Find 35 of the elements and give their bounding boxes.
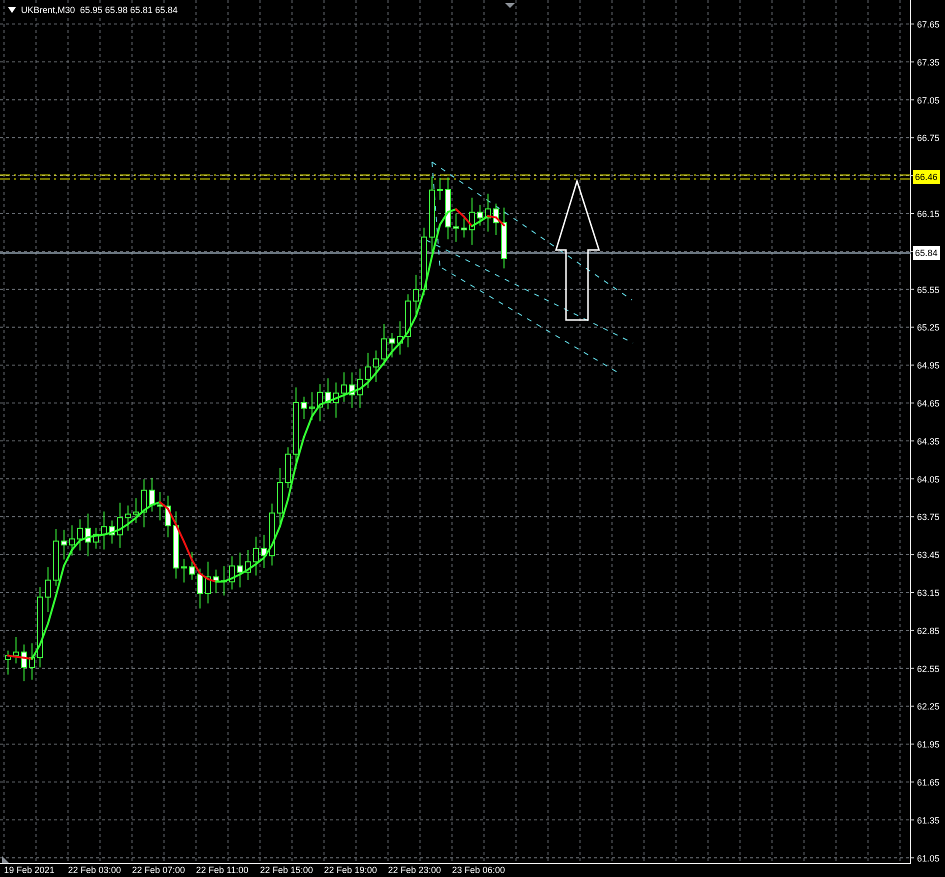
price-label: 65.25 — [917, 322, 940, 333]
ohlc-quote: 65.95 65.98 65.81 65.84 — [80, 4, 178, 16]
price-label: 62.85 — [917, 626, 940, 636]
price-label: 67.05 — [917, 95, 940, 106]
time-label: 22 Feb 07:00 — [132, 864, 186, 877]
price-tag: 66.46 — [913, 170, 940, 184]
time-label: 19 Feb 2021 — [4, 864, 56, 877]
price-label: 65.55 — [917, 284, 940, 295]
price-tag: 65.84 — [913, 246, 940, 260]
price-label: 67.35 — [917, 57, 940, 68]
price-label: 64.05 — [917, 474, 940, 484]
time-label: 22 Feb 19:00 — [324, 864, 378, 877]
dropdown-triangle-icon[interactable] — [8, 7, 16, 13]
price-label: 63.15 — [917, 588, 940, 598]
time-label: 22 Feb 11:00 — [196, 864, 250, 877]
price-label: 64.35 — [917, 436, 940, 446]
price-label: 63.45 — [917, 550, 940, 560]
corner-marker-icon — [2, 856, 9, 863]
price-label: 67.65 — [917, 20, 940, 30]
price-label: 61.35 — [917, 815, 940, 826]
time-label: 22 Feb 03:00 — [68, 864, 122, 877]
price-label: 61.95 — [917, 740, 940, 750]
price-label: 62.55 — [917, 664, 940, 674]
price-label: 66.75 — [917, 133, 940, 144]
price-label: 61.65 — [917, 778, 940, 788]
time-label: 22 Feb 15:00 — [260, 864, 314, 877]
price-label: 62.25 — [917, 702, 940, 712]
symbol-label: UKBrent,M30 — [21, 4, 76, 16]
price-label: 61.05 — [917, 853, 940, 863]
time-label: 23 Feb 06:00 — [452, 864, 506, 877]
price-label: 63.75 — [917, 512, 940, 522]
price-label: 64.65 — [917, 398, 940, 408]
time-label: 22 Feb 23:00 — [388, 864, 442, 877]
price-label: 64.95 — [917, 360, 940, 371]
price-label: 66.15 — [917, 209, 940, 219]
